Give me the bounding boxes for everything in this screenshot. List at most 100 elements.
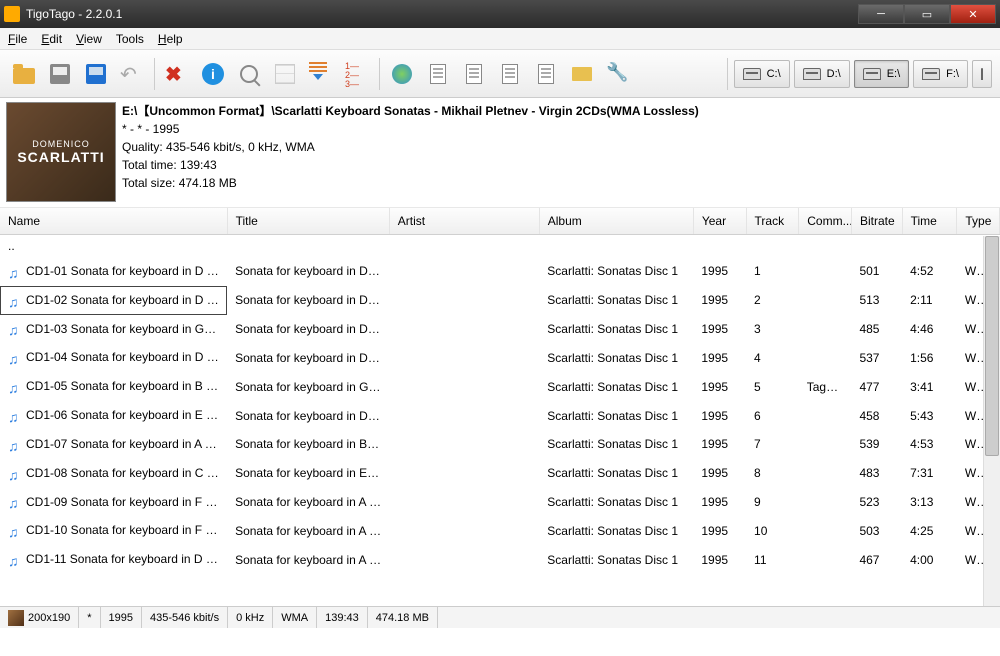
album-cover[interactable]: DOMENICO SCARLATTI: [6, 102, 116, 202]
table-row[interactable]: ♫CD1-05 Sonata for keyboard in B mino..S…: [0, 372, 1000, 401]
cell-album: Scarlatti: Sonatas Disc 1: [539, 516, 693, 545]
cell-time: 3:13: [902, 488, 957, 517]
table-row[interactable]: ♫CD1-07 Sonata for keyboard in A majo..S…: [0, 430, 1000, 459]
status-time: 139:43: [317, 607, 368, 628]
col-comment[interactable]: Comm...: [799, 208, 852, 235]
doc-button-2[interactable]: [458, 58, 490, 90]
drive-icon: [981, 68, 983, 80]
drive-button-F[interactable]: F:\: [913, 60, 968, 88]
cell-title: Sonata for keyboard in D m...: [227, 315, 389, 344]
folder-button-2[interactable]: [566, 58, 598, 90]
web-lookup-button[interactable]: [386, 58, 418, 90]
table-row[interactable]: ♫CD1-08 Sonata for keyboard in C shar..S…: [0, 459, 1000, 488]
doc-button-4[interactable]: [530, 58, 562, 90]
drive-icon: [743, 68, 761, 80]
cell-title: Sonata for keyboard in E m...: [227, 459, 389, 488]
col-title[interactable]: Title: [227, 208, 389, 235]
drive-icon: [863, 68, 881, 80]
col-name[interactable]: Name: [0, 208, 227, 235]
cell-name: ♫CD1-03 Sonata for keyboard in G majo..: [0, 315, 227, 344]
col-year[interactable]: Year: [693, 208, 746, 235]
delete-button[interactable]: ✖: [161, 58, 193, 90]
cell-year: 1995: [693, 545, 746, 574]
cover-title: SCARLATTI: [17, 149, 104, 165]
menu-help[interactable]: Help: [158, 32, 183, 46]
undo-button[interactable]: ↶: [116, 58, 148, 90]
cell-artist: [389, 343, 539, 372]
cell-artist: [389, 545, 539, 574]
doc-button-1[interactable]: [422, 58, 454, 90]
settings-button[interactable]: 🔧: [602, 58, 634, 90]
maximize-button[interactable]: ▭: [904, 4, 950, 24]
doc-button-3[interactable]: [494, 58, 526, 90]
document-icon: [502, 64, 518, 84]
file-table-container[interactable]: Name Title Artist Album Year Track Comm.…: [0, 208, 1000, 606]
table-row[interactable]: ♫CD1-03 Sonata for keyboard in G majo..S…: [0, 315, 1000, 344]
cell-track: 8: [746, 459, 799, 488]
cell-name: ♫CD1-08 Sonata for keyboard in C shar..: [0, 459, 227, 488]
cell-track: 2: [746, 286, 799, 315]
status-year: 1995: [101, 607, 142, 628]
cell-comment: [799, 459, 852, 488]
undo-icon: ↶: [120, 62, 144, 86]
cell-title: Sonata for keyboard in B mi...: [227, 430, 389, 459]
save-all-button[interactable]: [80, 58, 112, 90]
col-album[interactable]: Album: [539, 208, 693, 235]
col-track[interactable]: Track: [746, 208, 799, 235]
info-button[interactable]: i: [197, 58, 229, 90]
col-time[interactable]: Time: [902, 208, 957, 235]
cell-comment: [799, 286, 852, 315]
open-folder-button[interactable]: [8, 58, 40, 90]
drive-button-more[interactable]: [972, 60, 992, 88]
document-icon: [538, 64, 554, 84]
cell-time: 4:53: [902, 430, 957, 459]
menu-tools[interactable]: Tools: [116, 32, 144, 46]
cell-bitrate: 537: [851, 343, 902, 372]
table-row[interactable]: ♫CD1-10 Sonata for keyboard in F majo..S…: [0, 516, 1000, 545]
cell-track: 5: [746, 372, 799, 401]
cell-title: Sonata for keyboard in G m...: [227, 372, 389, 401]
search-button[interactable]: [233, 58, 265, 90]
wrench-icon: 🔧: [606, 62, 630, 86]
grid-icon: [275, 64, 295, 84]
minimize-button[interactable]: ─: [858, 4, 904, 24]
drive-button-E[interactable]: E:\: [854, 60, 909, 88]
table-row[interactable]: ♫CD1-06 Sonata for keyboard in E majo..S…: [0, 401, 1000, 430]
col-bitrate[interactable]: Bitrate: [851, 208, 902, 235]
table-row[interactable]: ♫CD1-11 Sonata for keyboard in D mino..S…: [0, 545, 1000, 574]
scrollbar-thumb[interactable]: [985, 236, 999, 456]
col-type[interactable]: Type: [957, 208, 1000, 235]
status-star: *: [79, 607, 100, 628]
cell-comment: [799, 343, 852, 372]
cell-album: Scarlatti: Sonatas Disc 1: [539, 545, 693, 574]
cell-artist: [389, 315, 539, 344]
file-table: Name Title Artist Album Year Track Comm.…: [0, 208, 1000, 574]
save-button[interactable]: [44, 58, 76, 90]
info-total-time: Total time: 139:43: [122, 156, 699, 174]
sort-button[interactable]: [305, 58, 337, 90]
menu-file[interactable]: File: [8, 32, 27, 46]
close-button[interactable]: ✕: [950, 4, 996, 24]
parent-dir-row[interactable]: ..: [0, 235, 1000, 258]
table-row[interactable]: ♫CD1-04 Sonata for keyboard in D majo..S…: [0, 343, 1000, 372]
table-row[interactable]: ♫CD1-02 Sonata for keyboard in D mino..S…: [0, 286, 1000, 315]
col-artist[interactable]: Artist: [389, 208, 539, 235]
info-quality: Quality: 435-546 kbit/s, 0 kHz, WMA: [122, 138, 699, 156]
cell-name: ♫CD1-02 Sonata for keyboard in D mino..: [0, 286, 227, 315]
vertical-scrollbar[interactable]: [983, 236, 1000, 606]
cell-year: 1995: [693, 372, 746, 401]
table-row[interactable]: ♫CD1-09 Sonata for keyboard in F mino..S…: [0, 488, 1000, 517]
cell-comment: [799, 545, 852, 574]
cell-time: 4:25: [902, 516, 957, 545]
delete-icon: ✖: [165, 62, 189, 86]
drive-button-D[interactable]: D:\: [794, 60, 850, 88]
number-button[interactable]: 1—2—3—: [341, 58, 373, 90]
menu-view[interactable]: View: [76, 32, 102, 46]
grid-button[interactable]: [269, 58, 301, 90]
menu-edit[interactable]: Edit: [41, 32, 62, 46]
cell-artist: [389, 488, 539, 517]
drive-button-C[interactable]: C:\: [734, 60, 790, 88]
music-note-icon: ♫: [8, 265, 22, 279]
cell-bitrate: 467: [851, 545, 902, 574]
table-row[interactable]: ♫CD1-01 Sonata for keyboard in D majo..S…: [0, 257, 1000, 286]
